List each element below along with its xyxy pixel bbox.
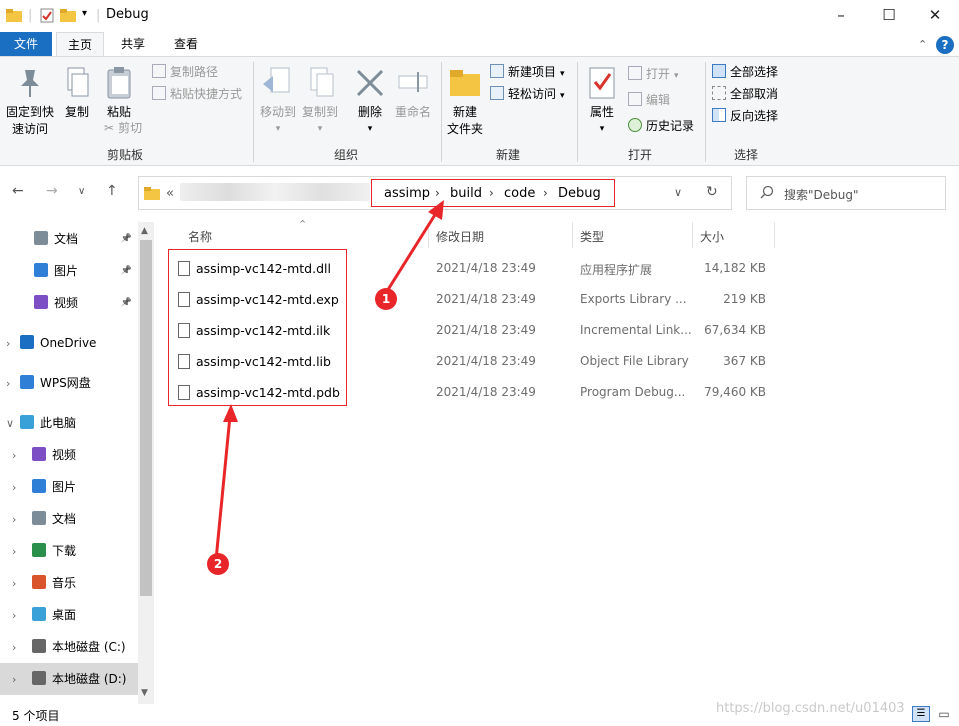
annotation-marker-2: 2 [207, 553, 229, 575]
annotation-arrows [214, 200, 444, 561]
watermark: https://blog.csdn.net/u01403 [716, 701, 905, 716]
details-view-icon[interactable]: ☰ [912, 706, 930, 722]
large-icons-view-icon[interactable]: ▭ [936, 706, 952, 722]
item-count: 5 个项目 [12, 709, 60, 723]
annotation-marker-1: 1 [375, 288, 397, 310]
